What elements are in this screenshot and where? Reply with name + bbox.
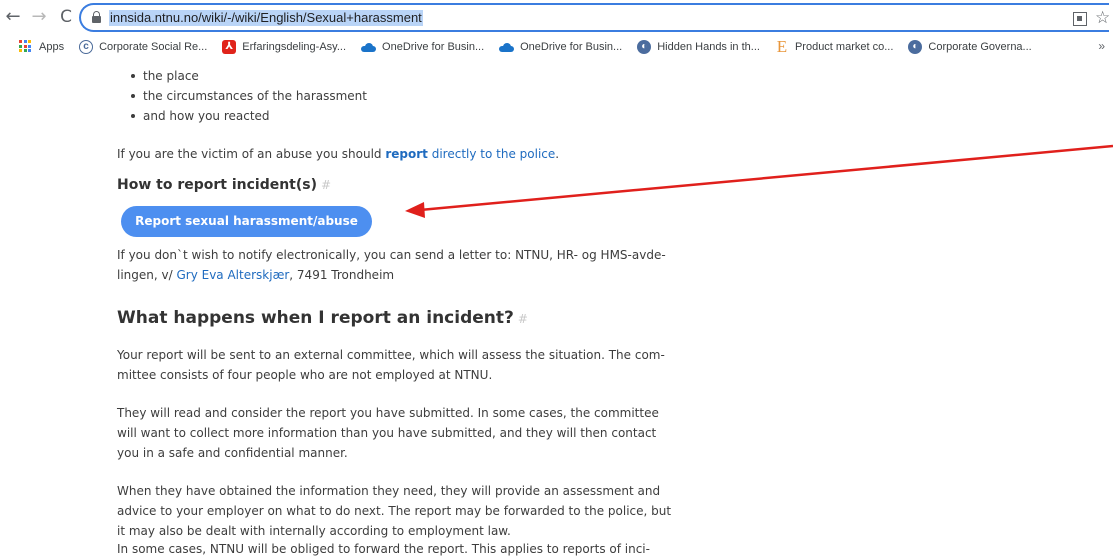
letter-paragraph: If you don`t wish to notify electronical… [117, 245, 666, 285]
bookmark-label: OneDrive for Busin... [520, 41, 623, 53]
bookmark-label: Product market co... [794, 41, 894, 53]
pdf-icon: ⅄ [222, 40, 237, 54]
back-arrow-icon[interactable]: ← [2, 6, 24, 28]
consider-paragraph: They will read and consider the report y… [117, 403, 659, 463]
report-link[interactable]: report [385, 147, 428, 161]
paragraph-text: mittee consists of four people who are n… [117, 368, 493, 382]
heading-text: How to report incident(s) [117, 177, 318, 193]
address-bar[interactable]: innsida.ntnu.no/wiki/-/wiki/English/Sexu… [79, 3, 1109, 32]
qr-code-icon[interactable] [1073, 12, 1087, 26]
url-text[interactable]: innsida.ntnu.no/wiki/-/wiki/English/Sexu… [109, 10, 423, 26]
heading-text: What happens when I report an incident? [117, 308, 514, 328]
victim-paragraph: If you are the victim of an abuse you sh… [117, 144, 559, 164]
csr-icon: c [79, 40, 94, 54]
bookmark-label: Corporate Social Re... [99, 41, 208, 53]
paragraph-text: They will read and consider the report y… [117, 406, 659, 420]
contact-person-link[interactable]: Gry Eva Alterskjær [176, 268, 289, 282]
annotation-arrowhead [405, 202, 425, 218]
bookmark-label: Erfaringsdeling-Asy... [242, 41, 347, 53]
bookmark-item[interactable]: ◐ Hidden Hands in th... [637, 36, 760, 58]
paragraph-text: . [555, 147, 560, 161]
anchor-hash[interactable]: # [518, 312, 528, 326]
paragraph-text: it may also be dealt with internally acc… [117, 524, 511, 538]
e-icon: E [776, 37, 788, 56]
paragraph-text: will want to collect more information th… [117, 426, 657, 440]
obligation-paragraph: In some cases, NTNU will be obliged to f… [117, 539, 650, 556]
bookmark-item[interactable]: ◐ Corporate Governa... [908, 36, 1032, 58]
bookmark-apps[interactable]: Apps [19, 36, 64, 58]
browser-toolbar: ← → C innsida.ntnu.no/wiki/-/wiki/Englis… [0, 0, 1113, 36]
report-harassment-button[interactable]: Report sexual harassment/abuse [121, 206, 372, 237]
paragraph-text: lingen, v/ [117, 268, 177, 282]
reload-icon[interactable]: C [55, 6, 77, 28]
paragraph-text: In some cases, NTNU will be obliged to f… [117, 542, 650, 556]
onedrive-icon [499, 42, 515, 52]
bookmark-label: Apps [39, 41, 65, 53]
bookmark-item[interactable]: ⅄ Erfaringsdeling-Asy... [222, 36, 346, 58]
list-item: the circumstances of the harassment [131, 88, 367, 108]
site-icon: ◐ [637, 40, 652, 54]
anchor-hash[interactable]: # [321, 178, 331, 192]
paragraph-text: you in a safe and confidential manner. [117, 446, 348, 460]
more-bookmarks-icon[interactable]: » [1098, 39, 1105, 53]
bookmark-item[interactable]: c Corporate Social Re... [79, 36, 207, 58]
bookmark-item[interactable]: OneDrive for Busin... [361, 36, 484, 58]
what-happens-heading: What happens when I report an incident? # [117, 308, 528, 328]
site-icon: ◐ [908, 40, 923, 54]
lock-icon[interactable] [92, 11, 101, 23]
committee-paragraph: Your report will be sent to an external … [117, 345, 665, 385]
bookmark-label: OneDrive for Busin... [382, 41, 485, 53]
paragraph-text: Your report will be sent to an external … [117, 348, 665, 362]
how-to-report-heading: How to report incident(s) # [117, 177, 331, 193]
bookmark-item[interactable]: OneDrive for Busin... [499, 36, 622, 58]
paragraph-text: , 7491 Trondheim [289, 268, 395, 282]
forward-arrow-icon[interactable]: → [28, 6, 50, 28]
apps-grid-icon [19, 40, 33, 54]
bookmarks-bar: Apps c Corporate Social Re... ⅄ Erfaring… [0, 36, 1113, 58]
paragraph-text: When they have obtained the information … [117, 484, 661, 498]
list-item: the place [131, 68, 367, 88]
bookmark-star-icon[interactable]: ☆ [1095, 8, 1109, 28]
bookmark-item[interactable]: E Product market co... [775, 36, 894, 58]
paragraph-text: advice to your employer on what to do ne… [117, 504, 672, 518]
bookmark-label: Corporate Governa... [928, 41, 1032, 53]
list-item: and how you reacted [131, 108, 367, 128]
police-link[interactable]: directly to the police [428, 147, 556, 161]
paragraph-text: If you are the victim of an abuse you sh… [117, 147, 386, 161]
onedrive-icon [361, 42, 377, 52]
assessment-paragraph: When they have obtained the information … [117, 481, 671, 541]
bookmark-label: Hidden Hands in th... [657, 41, 760, 53]
paragraph-text: If you don`t wish to notify electronical… [117, 248, 666, 262]
bullet-list: the place the circumstances of the haras… [131, 68, 367, 128]
